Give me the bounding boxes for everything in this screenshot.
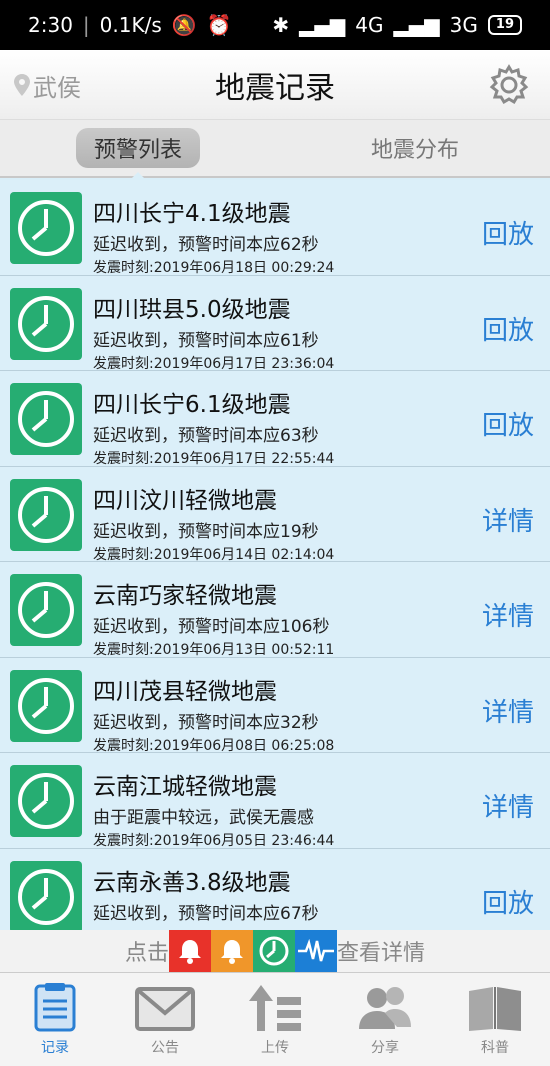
clock-icon	[10, 478, 82, 551]
tab-label: 公告	[151, 1040, 179, 1056]
network-4g: 4G	[355, 13, 384, 37]
details-button[interactable]: 详情	[482, 787, 534, 824]
clock-icon	[10, 383, 82, 455]
quake-desc: 延迟收到，预警时间本应61秒	[93, 330, 319, 351]
orange-bell-icon	[211, 930, 253, 972]
clock-icon	[10, 287, 82, 360]
clock-icon	[10, 669, 82, 742]
quake-name: 四川长宁4.1级地震	[93, 201, 291, 227]
hint-prefix: 点击	[124, 941, 169, 966]
segment-tabs: 预警列表 地震分布	[0, 120, 550, 178]
tab-label: 记录	[41, 1040, 69, 1056]
tab-pointer	[130, 172, 146, 180]
mail-icon	[135, 987, 195, 1031]
signal-icon: ▂▄▆	[299, 13, 346, 37]
status-net-speed: 0.1K/s	[99, 13, 162, 37]
title-bar: 武侯 地震记录	[0, 50, 550, 120]
replay-button[interactable]: 回放	[482, 405, 534, 442]
clock-icon	[10, 574, 82, 646]
list-item[interactable]: 四川长宁4.1级地震 延迟收到，预警时间本应62秒 发震时刻:2019年06月1…	[0, 180, 550, 276]
list-item[interactable]: 云南巧家轻微地震 延迟收到，预警时间本应106秒 发震时刻:2019年06月13…	[0, 562, 550, 658]
quake-time: 发震时刻:2019年06月17日 22:55:44	[93, 451, 335, 467]
clock-icon	[10, 765, 82, 837]
book-icon	[469, 987, 521, 1031]
people-icon	[359, 987, 411, 1029]
bottom-tab-bar: 记录 公告 上传 分享 科普	[0, 972, 550, 1066]
mute-icon: 🔕	[171, 13, 197, 37]
quake-desc: 由于距震中较远，武侯无震感	[93, 808, 314, 828]
quake-list[interactable]: 四川长宁4.1级地震 延迟收到，预警时间本应62秒 发震时刻:2019年06月1…	[0, 180, 550, 930]
battery-icon: 19	[487, 15, 522, 35]
list-item[interactable]: 四川茂县轻微地震 延迟收到，预警时间本应32秒 发震时刻:2019年06月08日…	[0, 657, 550, 754]
signal-icon-2: ▂▄▆	[393, 13, 440, 37]
tab-science[interactable]: 科普	[440, 973, 550, 1066]
list-item[interactable]: 四川长宁6.1级地震 延迟收到，预警时间本应63秒 发震时刻:2019年06月1…	[0, 371, 550, 467]
replay-button[interactable]: 回放	[482, 214, 534, 251]
tab-label: 上传	[261, 1040, 289, 1056]
bluetooth-icon: ✱	[272, 13, 290, 37]
quake-name: 四川珙县5.0级地震	[93, 296, 291, 323]
quake-desc: 延迟收到，预警时间本应106秒	[93, 617, 330, 637]
quake-time: 发震时刻:2019年06月17日 23:36:04	[93, 355, 335, 372]
tab-quake-distribution[interactable]: 地震分布	[340, 128, 490, 168]
page-title: 地震记录	[215, 70, 335, 106]
tab-warning-list[interactable]: 预警列表	[76, 128, 200, 168]
quake-time: 发震时刻:2019年06月18日 00:29:24	[93, 260, 335, 276]
tab-records[interactable]: 记录	[0, 973, 110, 1066]
clock-icon	[10, 192, 82, 264]
list-item[interactable]: 四川汶川轻微地震 延迟收到，预警时间本应19秒 发震时刻:2019年06月14日…	[0, 466, 550, 563]
tab-upload[interactable]: 上传	[220, 973, 330, 1066]
list-item[interactable]: 四川珙县5.0级地震 延迟收到，预警时间本应61秒 发震时刻:2019年06月1…	[0, 275, 550, 372]
list-item[interactable]: 云南永善3.8级地震 延迟收到，预警时间本应67秒 回放	[0, 848, 550, 930]
green-clock-icon	[253, 930, 295, 972]
quake-name: 四川汶川轻微地震	[93, 487, 277, 514]
details-button[interactable]: 详情	[482, 596, 534, 633]
location-label: 武侯	[33, 73, 81, 102]
tab-notices[interactable]: 公告	[110, 973, 220, 1066]
quake-name: 云南巧家轻微地震	[93, 583, 277, 609]
red-bell-icon	[169, 930, 211, 972]
details-button[interactable]: 详情	[482, 692, 534, 729]
quake-name: 云南永善3.8级地震	[93, 869, 291, 896]
alarm-icon: ⏰	[206, 13, 232, 37]
network-3g: 3G	[449, 13, 478, 37]
quake-desc: 延迟收到，预警时间本应19秒	[93, 521, 319, 542]
tab-share[interactable]: 分享	[330, 973, 440, 1066]
list-item[interactable]: 云南江城轻微地震 由于距震中较远，武侯无震感 发震时刻:2019年06月05日 …	[0, 753, 550, 849]
gear-icon[interactable]	[488, 64, 530, 106]
quake-desc: 延迟收到，预警时间本应67秒	[93, 903, 319, 924]
replay-button[interactable]: 回放	[482, 883, 534, 920]
upload-icon	[249, 985, 301, 1031]
status-bar: 2:30 | 0.1K/s 🔕 ⏰ ✱ ▂▄▆ 4G ▂▄▆ 3G 19	[0, 0, 550, 50]
hint-suffix: 查看详情	[337, 941, 426, 966]
quake-time: 发震时刻:2019年06月05日 23:46:44	[93, 833, 335, 849]
quake-desc: 延迟收到，预警时间本应62秒	[93, 235, 319, 255]
quake-time: 发震时刻:2019年06月08日 06:25:08	[93, 737, 335, 754]
quake-name: 四川长宁6.1级地震	[93, 392, 291, 418]
wave-icon	[295, 930, 337, 972]
quake-desc: 延迟收到，预警时间本应32秒	[93, 712, 319, 733]
replay-button[interactable]: 回放	[482, 310, 534, 347]
quake-name: 四川茂县轻微地震	[93, 678, 277, 705]
quake-time: 发震时刻:2019年06月14日 02:14:04	[93, 546, 335, 563]
quake-desc: 延迟收到，预警时间本应63秒	[93, 426, 319, 446]
details-button[interactable]: 详情	[482, 501, 534, 538]
tab-label: 科普	[481, 1040, 509, 1056]
quake-time: 发震时刻:2019年06月13日 00:52:11	[93, 642, 335, 658]
tab-label: 分享	[371, 1040, 399, 1056]
document-icon	[34, 983, 76, 1032]
location-pin-icon	[14, 74, 30, 96]
status-time: 2:30	[28, 13, 73, 37]
quake-name: 云南江城轻微地震	[93, 774, 277, 800]
legend-hint: 点击 查看详情	[0, 930, 550, 972]
clock-icon	[10, 860, 82, 930]
location-button[interactable]: 武侯	[14, 50, 81, 120]
